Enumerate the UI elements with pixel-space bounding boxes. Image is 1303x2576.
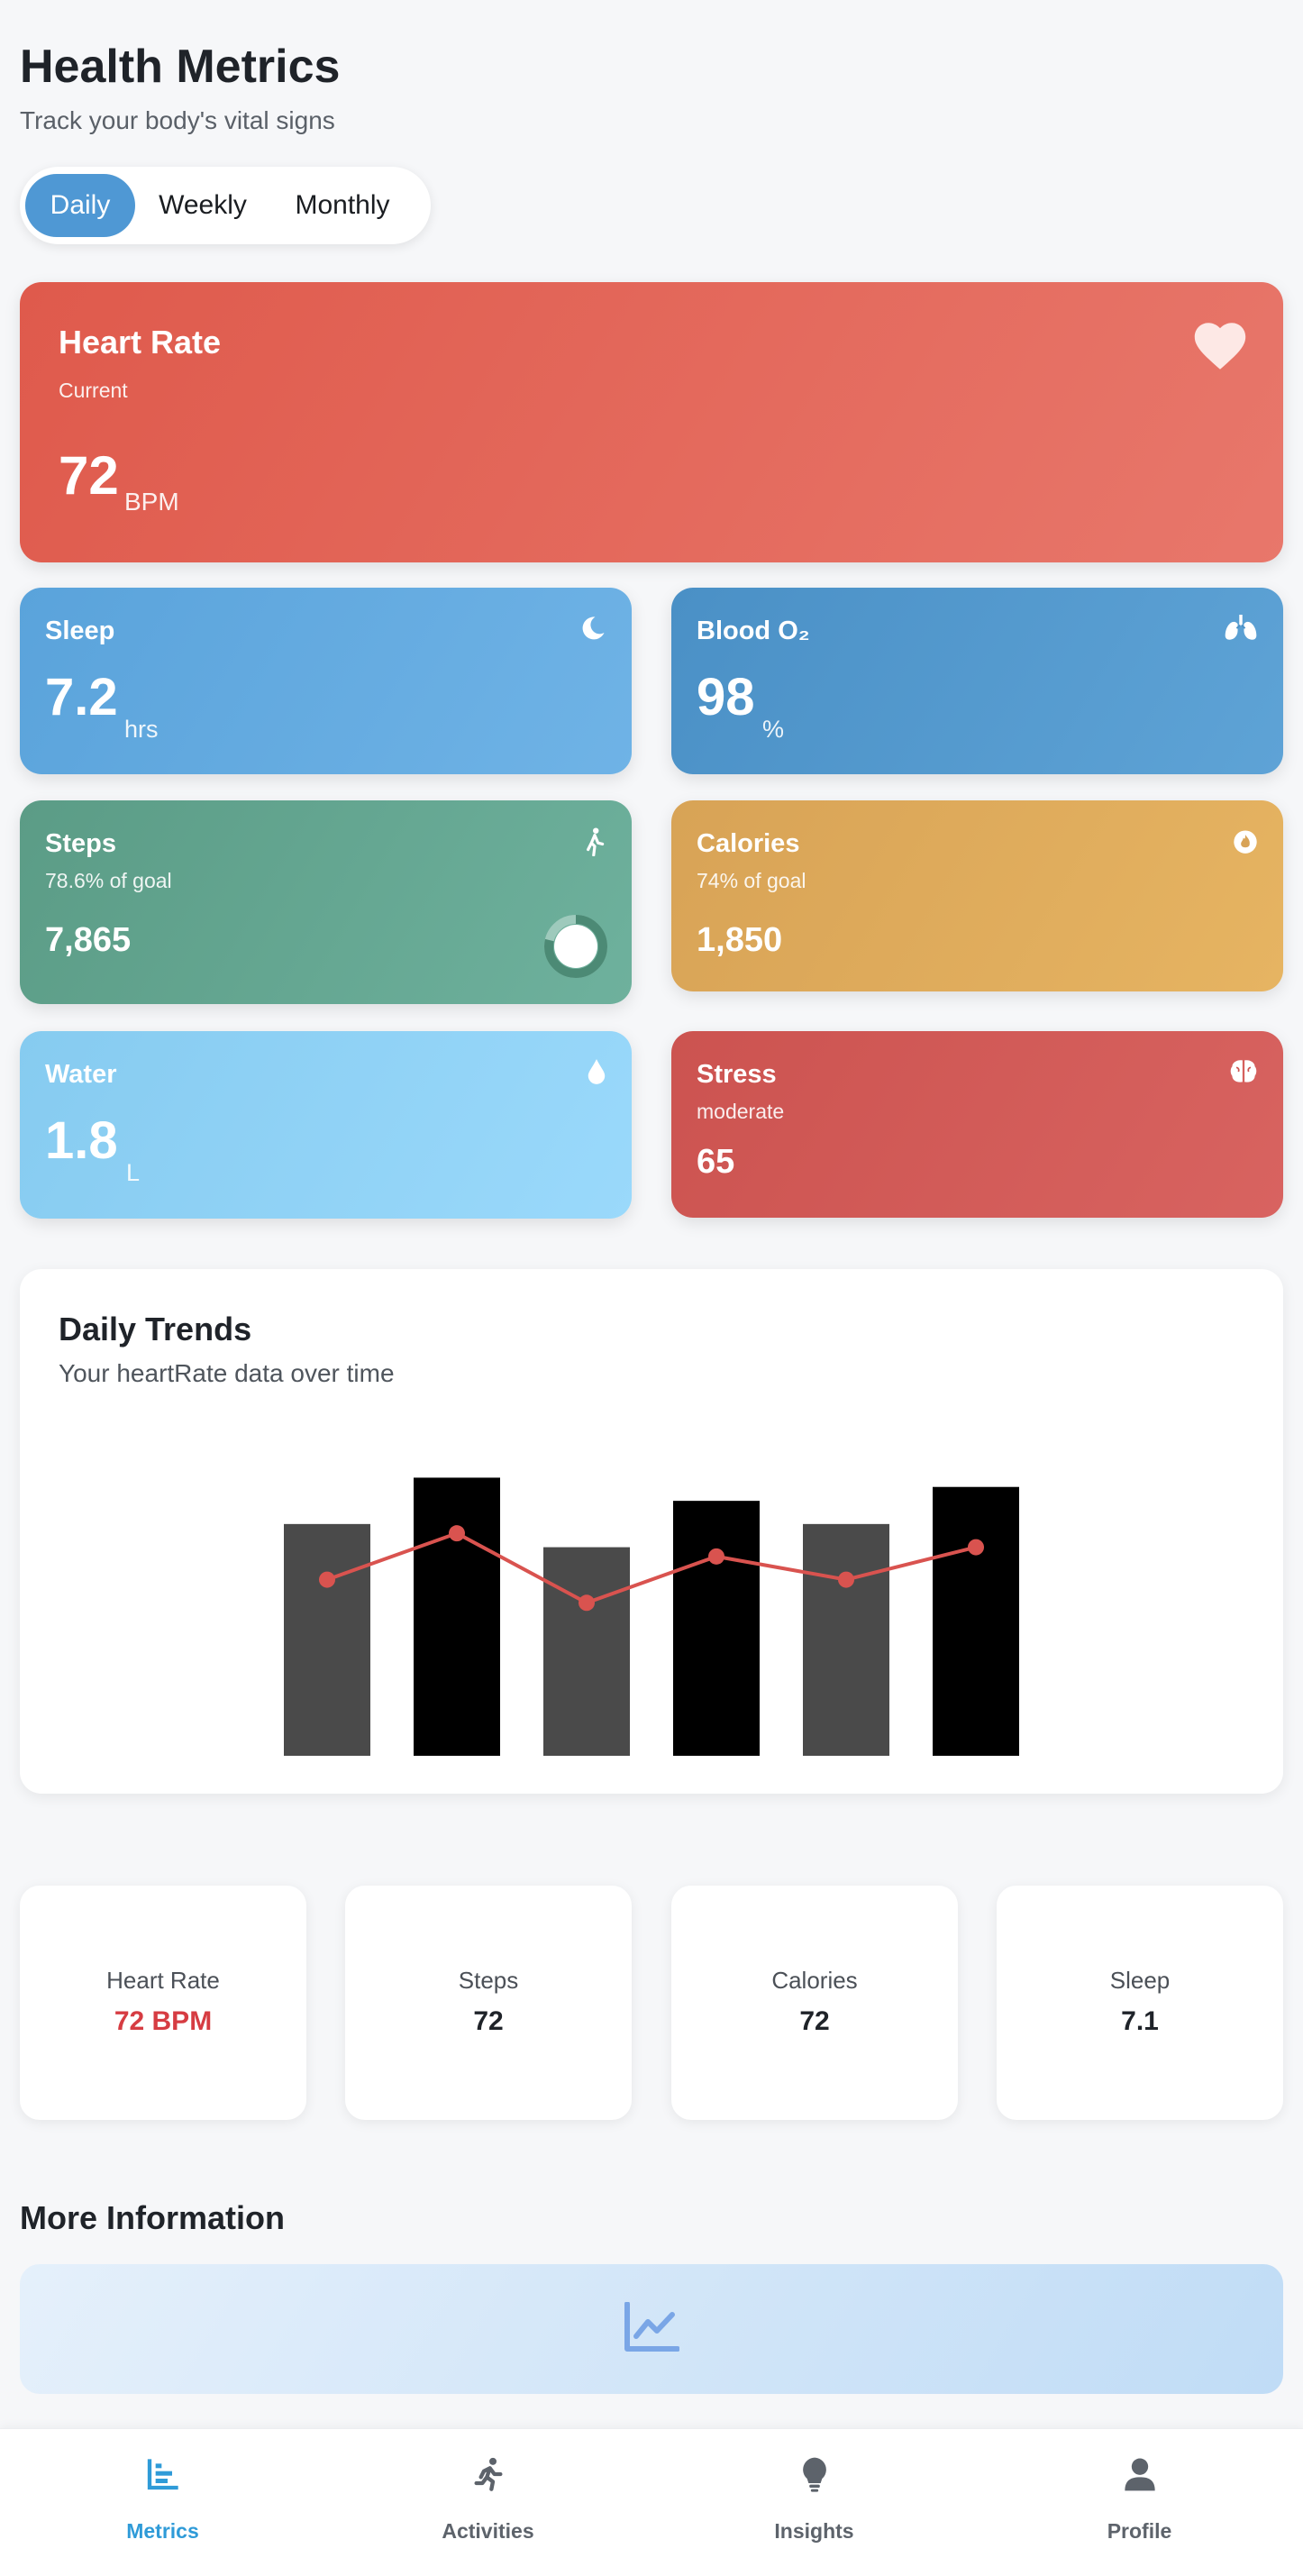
chart-bar <box>803 1523 889 1756</box>
sleep-card[interactable]: Sleep 7.2 hrs <box>20 588 632 774</box>
page-subtitle: Track your body's vital signs <box>20 106 335 134</box>
calories-card[interactable]: Calories 74% of goal 1,850 <box>671 800 1283 991</box>
chart-point <box>708 1548 724 1565</box>
steps-card[interactable]: Steps 78.6% of goal 7,865 <box>20 800 632 1004</box>
calories-value: 1,850 <box>697 921 783 959</box>
stress-value: 65 <box>697 1143 735 1181</box>
steps-value: 7,865 <box>45 921 132 959</box>
chart-line-icon <box>624 2300 680 2357</box>
chart-point <box>968 1539 984 1556</box>
chart-bar <box>284 1523 370 1756</box>
more-info-title: More Information <box>20 2199 285 2236</box>
chart-bar <box>414 1477 500 1756</box>
sleep-value: 7.2 <box>45 668 118 726</box>
bottom-nav: Metrics Activities Insights Profile <box>0 2428 1303 2576</box>
nav-insights[interactable]: Insights <box>652 2429 977 2576</box>
walking-icon <box>583 827 606 861</box>
trends-panel: Daily Trends Your heartRate data over ti… <box>20 1269 1283 1794</box>
stat-value: 72 <box>473 2006 504 2036</box>
blood-oxygen-title: Blood O₂ <box>697 617 810 645</box>
nav-label: Metrics <box>126 2519 199 2543</box>
running-icon <box>325 2456 651 2492</box>
nav-activities[interactable]: Activities <box>325 2429 651 2576</box>
steps-goal-text: 78.6% of goal <box>45 869 172 892</box>
heart-rate-unit: BPM <box>124 488 179 516</box>
tab-daily[interactable]: Daily <box>25 174 135 237</box>
stat-label: Sleep <box>1109 1967 1171 1994</box>
steps-title: Steps <box>45 829 116 858</box>
water-title: Water <box>45 1060 117 1089</box>
blood-oxygen-value: 98 <box>697 668 755 726</box>
chart-point <box>449 1525 465 1542</box>
blood-oxygen-card[interactable]: Blood O₂ 98 % <box>671 588 1283 774</box>
moon-icon <box>579 615 606 646</box>
stat-label: Calories <box>771 1967 858 1994</box>
trends-chart <box>284 1477 1019 1756</box>
fire-icon <box>1233 827 1258 859</box>
nav-metrics[interactable]: Metrics <box>0 2429 325 2576</box>
stat-sleep[interactable]: Sleep 7.1 <box>997 1886 1283 2120</box>
nav-label: Activities <box>442 2519 534 2543</box>
heart-rate-sub: Current <box>59 379 128 402</box>
stat-value: 7.1 <box>1121 2006 1159 2036</box>
stat-value: 72 BPM <box>114 2006 213 2036</box>
period-tabs: Daily Weekly Monthly <box>20 167 431 244</box>
chart-point <box>579 1594 595 1612</box>
stat-value: 72 <box>799 2006 830 2036</box>
heart-icon <box>1193 322 1247 375</box>
water-value: 1.8 <box>45 1111 118 1170</box>
calories-title: Calories <box>697 829 800 858</box>
lightbulb-icon <box>652 2456 977 2492</box>
stat-heart-rate[interactable]: Heart Rate 72 BPM <box>20 1886 306 2120</box>
lungs-icon <box>1224 615 1258 646</box>
heart-rate-card[interactable]: Heart Rate Current 72 BPM <box>20 282 1283 562</box>
nav-label: Profile <box>1107 2519 1172 2543</box>
tab-monthly[interactable]: Monthly <box>270 174 415 237</box>
stress-title: Stress <box>697 1060 777 1089</box>
heart-rate-title: Heart Rate <box>59 324 222 361</box>
stat-calories[interactable]: Calories 72 <box>671 1886 958 2120</box>
stat-label: Steps <box>458 1967 519 1994</box>
water-card[interactable]: Water 1.8 L <box>20 1031 632 1219</box>
brain-icon <box>1229 1058 1258 1090</box>
more-info-banner[interactable] <box>20 2264 1283 2394</box>
nav-profile[interactable]: Profile <box>977 2429 1302 2576</box>
tab-weekly[interactable]: Weekly <box>135 174 270 237</box>
page-title: Health Metrics <box>20 41 341 93</box>
stat-label: Heart Rate <box>106 1967 220 1994</box>
blood-oxygen-unit: % <box>762 716 785 743</box>
nav-label: Insights <box>774 2519 854 2543</box>
chart-point <box>319 1571 335 1588</box>
stress-card[interactable]: Stress moderate 65 <box>671 1031 1283 1218</box>
water-unit: L <box>126 1159 141 1186</box>
calories-goal-text: 74% of goal <box>697 869 806 892</box>
stress-level: moderate <box>697 1100 785 1123</box>
user-icon <box>977 2456 1302 2492</box>
bar-chart-icon <box>0 2456 325 2492</box>
water-drop-icon <box>587 1058 606 1090</box>
heart-rate-value: 72 <box>59 445 119 506</box>
steps-progress-ring <box>544 915 607 978</box>
sleep-unit: hrs <box>124 716 159 743</box>
chart-point <box>838 1571 854 1588</box>
chart-bar <box>933 1486 1019 1756</box>
chart-bar <box>673 1501 760 1756</box>
chart-bar <box>543 1547 630 1756</box>
stat-steps[interactable]: Steps 72 <box>345 1886 632 2120</box>
sleep-title: Sleep <box>45 617 115 645</box>
